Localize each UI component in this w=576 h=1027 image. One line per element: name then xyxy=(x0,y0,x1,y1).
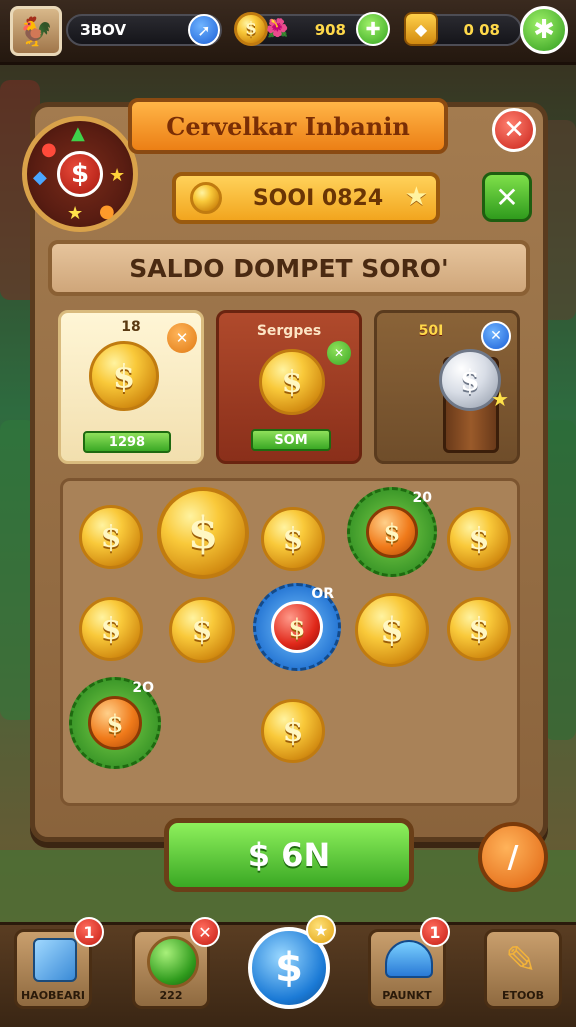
top-bar: 🐓 ЗBOV ➚ 908 $ 🌺 ✚ 0 08 ◆ ✱ xyxy=(0,0,576,65)
green-gear-icon[interactable]: ✱ xyxy=(520,6,568,54)
nav-item-edit[interactable]: ✎ ETOOB xyxy=(484,929,562,1009)
nav-label: PAUNKT xyxy=(382,989,432,1002)
gold-coin[interactable]: $ xyxy=(261,699,325,763)
close-icon: ✕ xyxy=(495,180,519,214)
edit-button[interactable]: / xyxy=(478,822,548,892)
stamp-label: OR xyxy=(311,586,334,602)
card-label: 50I xyxy=(418,323,444,339)
coin-icon xyxy=(190,182,222,214)
green-plus-icon[interactable]: ✚ xyxy=(356,12,390,46)
coin-icon: $ xyxy=(234,12,268,46)
gold-coin-icon: $ xyxy=(259,349,325,415)
coin-pack-card-1[interactable]: 18 ✕ $ 1298 xyxy=(58,310,204,464)
star-icon: ★ xyxy=(491,387,509,411)
wallet-balance-header: SALDO DOMPET SORO' xyxy=(48,240,530,296)
close-icon: ✕ xyxy=(167,323,197,353)
notification-badge: 1 xyxy=(74,917,104,947)
player-name: ЗBOV xyxy=(80,21,127,39)
coin-balance-value: 908 xyxy=(314,21,346,39)
cube-icon xyxy=(33,938,77,982)
green-gem-icon: ▲ xyxy=(71,123,85,144)
balance-value: SOOI 0824 xyxy=(252,185,384,211)
gold-coin[interactable]: $ xyxy=(169,597,235,663)
green-stamp-coin[interactable]: $ 20 xyxy=(347,487,437,577)
rooster-avatar-icon: 🐓 xyxy=(18,14,54,48)
pencil-icon: ✎ xyxy=(505,938,537,982)
blue-stamp-coin[interactable]: $ OR xyxy=(253,583,341,671)
gold-coin-large[interactable]: $ xyxy=(157,487,249,579)
card-label: Sergpes xyxy=(256,323,322,339)
gold-coin[interactable]: $ xyxy=(79,597,143,661)
notification-badge: ✕ xyxy=(190,917,220,947)
dollar-wheel-badge: ▲ ◆ ★ ● ● ★ $ xyxy=(22,116,138,232)
star-icon: ★ xyxy=(404,182,428,212)
star-gem-icon: ★ xyxy=(67,203,84,224)
red-gem-icon: ● xyxy=(41,139,57,160)
helmet-icon xyxy=(385,940,433,978)
close-icon: ✕ xyxy=(481,321,511,351)
balance-display: SOOI 0824 ★ xyxy=(172,172,440,224)
orange-coin-icon: $ xyxy=(88,696,142,750)
dialog-title: Cervelkar Inbanin xyxy=(128,98,448,154)
bottom-nav: HAOBEARI 1 222 ✕ $ ★ PAUNKT 1 ✎ ETOOB xyxy=(0,915,576,1027)
background-foliage-right xyxy=(544,420,576,740)
gold-coin[interactable]: $ xyxy=(447,597,511,661)
coin-pack-card-2[interactable]: Sergpes ✕ $ SOM xyxy=(216,310,362,464)
confirm-close-button[interactable]: ✕ xyxy=(482,172,532,222)
notification-badge: 1 xyxy=(420,917,450,947)
avatar[interactable]: 🐓 xyxy=(10,6,62,56)
gold-coin-large[interactable]: $ xyxy=(355,593,429,667)
yellow-star-icon: ★ xyxy=(109,165,126,186)
blue-gem-icon: ◆ xyxy=(33,167,47,188)
pay-button[interactable]: $ 6N xyxy=(164,818,414,892)
green-stamp-coin[interactable]: $ 2O xyxy=(69,677,161,769)
stamp-label: 2O xyxy=(132,680,154,696)
nav-label: HAOBEARI xyxy=(20,989,86,1002)
gold-coin-icon: $ xyxy=(89,341,159,411)
close-icon: ✕ xyxy=(503,115,525,145)
price-tag: 1298 xyxy=(83,431,171,453)
gem-balance-value: 0 08 xyxy=(463,21,500,39)
coin-grid: $ $ $ $ 20 $ $ $ $ OR $ $ $ 2O $ xyxy=(60,478,520,806)
dollar-icon: $ xyxy=(57,151,103,197)
nav-label: ETOOB xyxy=(501,989,545,1002)
gold-coin[interactable]: $ xyxy=(447,507,511,571)
gem-chest-icon: ◆ xyxy=(404,12,438,46)
stamp-label: 20 xyxy=(412,490,432,506)
orange-gem-icon: ● xyxy=(99,201,115,222)
red-coin-icon: $ xyxy=(271,601,323,653)
gold-coin[interactable]: $ xyxy=(79,505,143,569)
star-badge: ★ xyxy=(306,915,336,945)
green-ball-icon xyxy=(147,936,199,988)
nav-label: 222 xyxy=(159,989,183,1002)
gold-coin[interactable]: $ xyxy=(261,507,325,571)
close-button[interactable]: ✕ xyxy=(492,108,536,152)
coin-pack-card-3[interactable]: 50I ✕ $ ★ xyxy=(374,310,520,464)
flower-icon: 🌺 xyxy=(266,18,289,39)
pencil-icon: / xyxy=(507,839,519,875)
price-tag: SOM xyxy=(251,429,331,451)
arrow-icon[interactable]: ➚ xyxy=(188,14,220,46)
close-icon: ✕ xyxy=(327,341,351,365)
orange-coin-icon: $ xyxy=(366,506,418,558)
